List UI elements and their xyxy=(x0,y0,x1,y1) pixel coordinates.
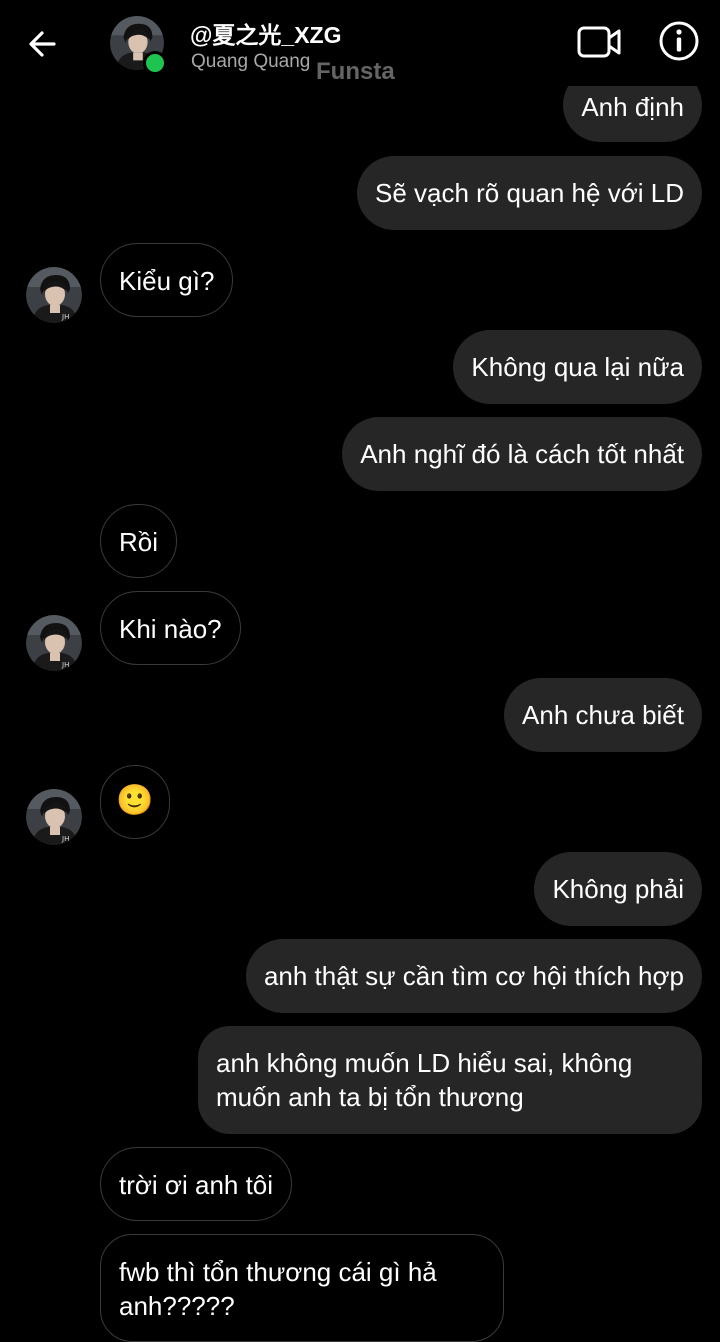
message-sent[interactable]: anh không muốn LD hiểu sai, không muốn a… xyxy=(198,1026,702,1134)
emoji-message[interactable]: 🙂 xyxy=(100,765,170,839)
message-sent[interactable]: anh thật sự cần tìm cơ hội thích hợp xyxy=(245,939,702,1013)
message-received[interactable]: Kiểu gì? xyxy=(100,243,234,317)
contact-avatar[interactable] xyxy=(26,267,82,323)
contact-avatar[interactable] xyxy=(26,615,82,671)
contact-username[interactable]: @夏之光_XZG xyxy=(190,16,342,50)
video-camera-icon xyxy=(577,26,621,58)
contact-avatar[interactable] xyxy=(26,789,82,845)
message-received[interactable]: Rồi xyxy=(100,504,178,578)
arrow-left-icon xyxy=(29,31,56,57)
message-sent[interactable]: Anh chưa biết xyxy=(504,678,702,752)
contact-display-name: Quang Quang xyxy=(191,51,311,72)
info-button[interactable] xyxy=(656,18,702,64)
watermark-text: Funsta xyxy=(316,58,395,85)
message-sent[interactable]: Anh nghĩ đó là cách tốt nhất xyxy=(342,417,702,491)
message-sent[interactable]: Sẽ vạch rõ quan hệ với LD xyxy=(356,156,702,230)
info-icon xyxy=(659,21,699,61)
online-status-dot xyxy=(143,51,167,75)
message-sent[interactable]: Không phải xyxy=(534,852,702,926)
video-call-button[interactable] xyxy=(574,20,624,64)
message-received[interactable]: trời ơi anh tôi xyxy=(100,1147,293,1221)
message-received[interactable]: Khi nào? xyxy=(100,591,241,665)
back-button[interactable] xyxy=(24,24,64,64)
message-sent[interactable]: Không qua lại nữa xyxy=(453,330,702,404)
